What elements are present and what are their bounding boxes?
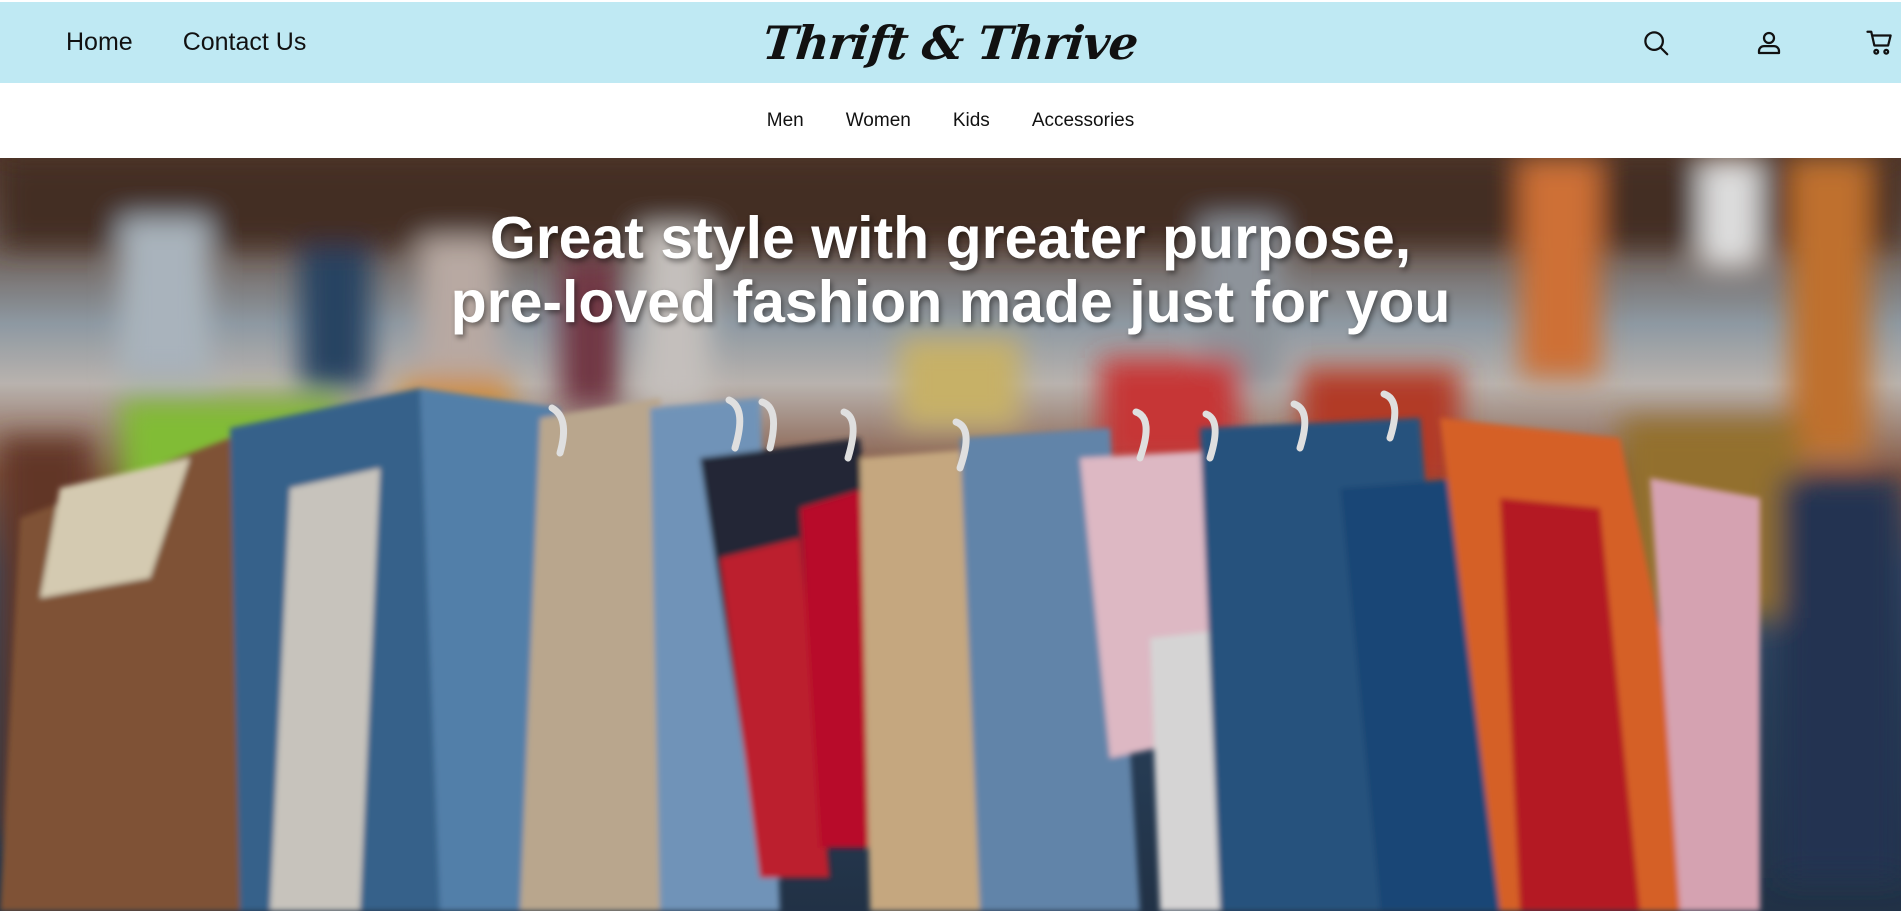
account-icon bbox=[1757, 31, 1781, 55]
hero-headline-line-1: Great style with greater purpose, bbox=[489, 205, 1412, 271]
category-list: Men Women Kids Accessories bbox=[767, 110, 1134, 132]
logo-text: Thrift & Thrive bbox=[760, 15, 1141, 70]
primary-nav: Home Contact Us bbox=[66, 2, 306, 83]
top-header: Home Contact Us Thrift & Thrive bbox=[0, 2, 1901, 83]
category-men-link[interactable]: Men bbox=[767, 110, 804, 132]
cart-button[interactable] bbox=[1863, 26, 1897, 60]
search-button[interactable] bbox=[1639, 26, 1673, 60]
nav-contact-link[interactable]: Contact Us bbox=[183, 28, 307, 57]
category-nav: Men Women Kids Accessories bbox=[0, 83, 1901, 158]
cart-icon bbox=[1866, 30, 1892, 55]
nav-home-link[interactable]: Home bbox=[66, 28, 133, 57]
hero-headline: Great style with greater purpose, pre-lo… bbox=[0, 206, 1901, 334]
hero-banner: Great style with greater purpose, pre-lo… bbox=[0, 158, 1901, 911]
category-kids-link[interactable]: Kids bbox=[953, 110, 990, 132]
hero-headline-line-2: pre-loved fashion made just for you bbox=[450, 269, 1451, 335]
search-icon bbox=[1644, 31, 1669, 56]
category-women-link[interactable]: Women bbox=[846, 110, 911, 132]
account-button[interactable] bbox=[1752, 26, 1786, 60]
category-accessories-link[interactable]: Accessories bbox=[1032, 110, 1134, 132]
